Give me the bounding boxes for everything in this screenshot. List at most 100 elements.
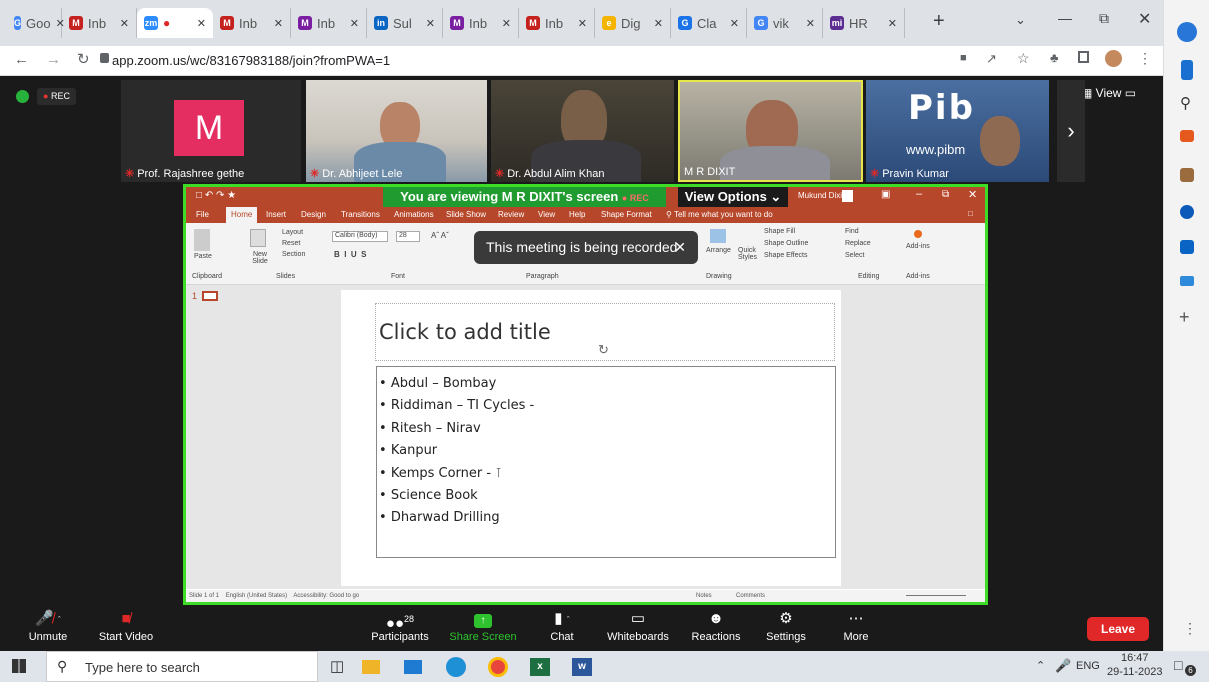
bullet-list[interactable]: • Abdul – Bombay • Riddiman – TI Cycles … xyxy=(379,373,534,530)
shape-outline-button[interactable]: Shape Outline xyxy=(764,240,808,247)
ppt-close-icon[interactable]: ✕ xyxy=(968,188,977,201)
shapes-icon[interactable] xyxy=(710,229,726,243)
ribbon-tab-design[interactable]: Design xyxy=(301,210,326,219)
share-icon[interactable]: ↗ xyxy=(986,51,997,67)
tab-close-icon[interactable]: ✕ xyxy=(730,17,739,30)
tab-search-icon[interactable]: ⌄ xyxy=(1015,12,1026,28)
participant-tile[interactable]: ✳ Dr. Abdul Alim Khan xyxy=(491,80,674,182)
tab-close-icon[interactable]: ✕ xyxy=(426,17,435,30)
clock-time[interactable]: 16:47 xyxy=(1121,652,1149,664)
reset-button[interactable]: Reset xyxy=(282,240,300,247)
whiteboards-button[interactable]: ▭ Whiteboards xyxy=(602,605,674,651)
tray-chevron-icon[interactable]: ⌃ xyxy=(1036,659,1045,672)
browser-tab[interactable]: M Inb ✕ xyxy=(443,8,519,38)
file-explorer-icon[interactable] xyxy=(362,660,380,674)
ppt-minimize-icon[interactable]: – xyxy=(916,188,922,200)
font-name-dropdown[interactable]: Calibri (Body) xyxy=(332,231,388,242)
ribbon-tab-home[interactable]: Home xyxy=(226,207,258,223)
reload-icon[interactable]: ↻ xyxy=(77,50,90,68)
quick-access-icons[interactable]: □ ↶ ↷ ★ xyxy=(196,190,236,201)
chat-button[interactable]: ▮ ˆ Chat xyxy=(540,605,584,651)
camera-icon[interactable]: ■ xyxy=(960,52,967,64)
url-field[interactable]: app.zoom.us/wc/83167983188/join?fromPWA=… xyxy=(112,50,942,72)
ribbon-tab-help[interactable]: Help xyxy=(569,210,585,219)
tab-close-icon[interactable]: ✕ xyxy=(806,17,815,30)
user-avatar[interactable] xyxy=(842,190,853,202)
participant-tile-active[interactable]: M R DIXIT xyxy=(678,80,863,182)
close-window-icon[interactable]: ✕ xyxy=(1138,9,1151,29)
status-accessibility[interactable]: Accessibility: Good to go xyxy=(293,593,359,599)
office-icon[interactable] xyxy=(1180,205,1194,219)
tab-close-icon[interactable]: ✕ xyxy=(350,17,359,30)
zoom-slider[interactable] xyxy=(906,595,966,596)
mail-icon[interactable] xyxy=(404,660,422,674)
rotate-handle-icon[interactable]: ↻ xyxy=(598,342,609,358)
forward-icon[interactable]: → xyxy=(46,51,61,68)
search-icon[interactable]: ⚲ xyxy=(1180,94,1191,112)
toast-close-icon[interactable]: ✕ xyxy=(674,231,686,264)
browser-tab[interactable]: in Sul ✕ xyxy=(367,8,443,38)
ribbon-tab-transitions[interactable]: Transitions xyxy=(341,210,380,219)
ribbon-tab-review[interactable]: Review xyxy=(498,210,524,219)
settings-button[interactable]: ⚙ Settings xyxy=(760,605,812,651)
telegram-icon[interactable] xyxy=(1180,276,1194,286)
tab-close-icon[interactable]: ✕ xyxy=(502,17,511,30)
copilot-icon[interactable] xyxy=(1177,22,1197,42)
comments-icon[interactable]: □ xyxy=(968,209,973,218)
quick-styles-button[interactable]: Quick Styles xyxy=(738,247,762,261)
reactions-button[interactable]: ☻ Reactions xyxy=(686,605,746,651)
edge-icon[interactable] xyxy=(446,657,466,677)
addins-icon[interactable] xyxy=(914,230,922,238)
addins-button[interactable]: Add-ins xyxy=(906,243,930,250)
shopping-icon[interactable] xyxy=(1180,130,1194,142)
taskbar-search[interactable]: ⚲ Type here to search xyxy=(46,651,318,682)
participant-tile[interactable]: Pib www.pibm ✳ Pravin Kumar xyxy=(866,80,1049,182)
tab-close-icon[interactable]: ✕ xyxy=(654,17,663,30)
minimize-icon[interactable]: — xyxy=(1058,10,1072,26)
next-page-chevron-icon[interactable]: › xyxy=(1057,80,1085,182)
windows-start-icon[interactable] xyxy=(12,659,26,673)
shape-fill-button[interactable]: Shape Fill xyxy=(764,228,795,235)
select-button[interactable]: Select xyxy=(845,252,864,259)
excel-icon[interactable]: x xyxy=(530,658,550,676)
paste-button[interactable]: Paste xyxy=(194,253,212,260)
new-tab-button[interactable]: + xyxy=(933,10,945,33)
add-sidebar-icon[interactable]: + xyxy=(1179,307,1190,328)
chrome-icon[interactable] xyxy=(488,657,508,677)
font-size-buttons[interactable]: Aˆ Aˇ xyxy=(431,231,449,240)
browser-tab[interactable]: G Goo ✕ xyxy=(7,8,65,38)
slide-title[interactable]: Click to add title xyxy=(379,320,551,344)
ribbon-tab-view[interactable]: View xyxy=(538,210,555,219)
tell-me-search[interactable]: ⚲ Tell me what you want to do xyxy=(666,210,773,219)
ribbon-tab-file[interactable]: File xyxy=(196,210,209,219)
extensions-icon[interactable]: ♣ xyxy=(1050,50,1059,65)
browser-tab[interactable]: M Inb ✕ xyxy=(213,8,291,38)
ribbon-tab-slideshow[interactable]: Slide Show xyxy=(446,210,486,219)
ribbon-tab-insert[interactable]: Insert xyxy=(266,210,286,219)
section-button[interactable]: Section xyxy=(282,251,305,258)
font-format-buttons[interactable]: B I U S xyxy=(334,250,366,259)
profile-avatar[interactable] xyxy=(1105,50,1122,67)
notes-button[interactable]: Notes xyxy=(696,590,712,602)
browser-tab[interactable]: e Dig ✕ xyxy=(595,8,671,38)
restore-icon[interactable]: ⧉ xyxy=(1099,10,1109,27)
tab-close-icon[interactable]: ✕ xyxy=(274,17,283,30)
participants-button[interactable]: ●●28 Participants xyxy=(365,605,435,651)
view-button[interactable]: ▦ View ▭ xyxy=(1081,86,1136,100)
sidebar-icon[interactable] xyxy=(1078,51,1089,63)
layout-button[interactable]: Layout xyxy=(282,229,303,236)
new-slide-button[interactable]: New Slide xyxy=(248,251,272,265)
browser-tab[interactable]: G Cla ✕ xyxy=(671,8,747,38)
clock-date[interactable]: 29-11-2023 xyxy=(1107,666,1162,678)
view-options-button[interactable]: View Options ⌄ xyxy=(678,187,788,207)
browser-tab[interactable]: M Inb ✕ xyxy=(62,8,137,38)
microphone-icon[interactable]: 🎤 xyxy=(1055,658,1071,674)
ppt-restore-icon[interactable]: ⧉ xyxy=(942,189,949,200)
tab-close-icon[interactable]: ✕ xyxy=(888,17,897,30)
sidebar-settings-icon[interactable]: ⋮ xyxy=(1183,620,1197,637)
notification-icon[interactable] xyxy=(1181,60,1193,80)
slide-thumbnail[interactable] xyxy=(202,291,218,301)
browser-tab[interactable]: M Inb ✕ xyxy=(519,8,595,38)
unmute-button[interactable]: 🎤̸ ˆ Unmute xyxy=(20,605,76,651)
browser-tab[interactable]: zm ● ✕ xyxy=(137,8,213,38)
